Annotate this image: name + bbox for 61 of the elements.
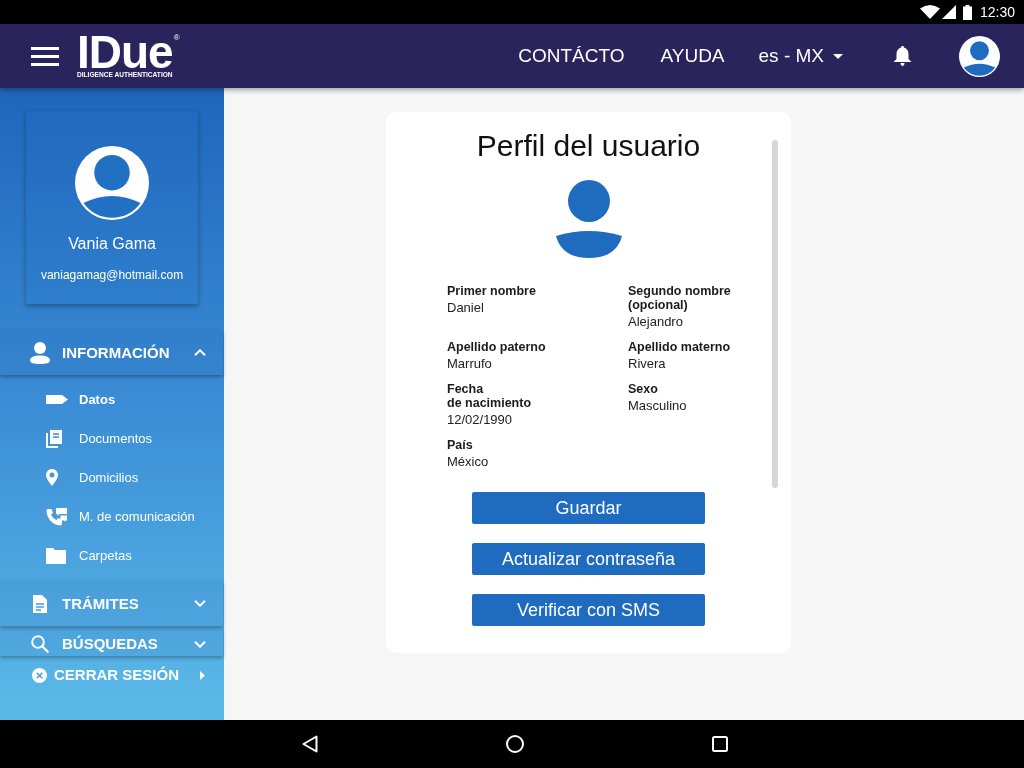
battery-icon: [962, 4, 972, 20]
field-value: 12/02/1990: [447, 412, 514, 428]
language-dropdown[interactable]: es - MX: [758, 44, 843, 68]
chevron-up-icon: [194, 349, 206, 356]
field-label: Apellido paterno: [447, 340, 547, 354]
wifi-icon: [919, 5, 940, 19]
field-value: Daniel: [447, 300, 485, 316]
user-email: vaniagamag@hotmail.com: [40, 268, 184, 282]
caret-icon: [833, 53, 843, 59]
home-icon[interactable]: [506, 735, 524, 753]
sidebar-section[interactable]: INFORMACIÓN: [0, 330, 223, 375]
field-value: Marrufo: [447, 356, 493, 372]
chevron-down-icon: [194, 641, 206, 648]
search-icon: [31, 635, 49, 653]
sidebar-section[interactable]: BÚSQUEDAS: [0, 628, 223, 656]
menu-icon[interactable]: [31, 46, 59, 66]
field-label: Fecha de nacimiento: [447, 382, 533, 410]
chevron-down-icon: [194, 600, 206, 607]
logo-wordmark: IDue: [77, 33, 173, 71]
signal-icon: [941, 5, 956, 19]
tag-icon: [46, 395, 68, 404]
bell-icon[interactable]: [893, 46, 912, 66]
action-button[interactable]: Actualizar contraseña: [472, 543, 705, 575]
action-button[interactable]: Verificar con SMS: [472, 594, 705, 626]
sidebar-section[interactable]: TRÁMITES: [0, 581, 223, 626]
field-label: Primer nombre: [447, 284, 537, 298]
recent-apps-icon[interactable]: [712, 736, 728, 752]
panel-title: Perfil del usuario: [476, 128, 701, 164]
close-circle-icon: [32, 667, 47, 683]
user-name: Vania Gama: [68, 235, 156, 253]
scrollbar[interactable]: [772, 140, 778, 488]
documents-icon: [46, 429, 62, 448]
caret-right-icon: [200, 670, 205, 680]
status-time: 12:30: [979, 4, 1015, 20]
field-value: Alejandro: [628, 314, 684, 330]
avatar-icon[interactable]: [959, 35, 1000, 77]
field-value: Rivera: [628, 356, 667, 372]
folder-icon: [46, 547, 66, 564]
field-label: Apellido materno: [628, 340, 732, 354]
back-icon[interactable]: [302, 735, 318, 753]
map-pin-icon: [46, 469, 58, 486]
person-icon: [30, 341, 50, 364]
avatar-icon: [75, 146, 149, 220]
action-button[interactable]: Guardar: [472, 492, 705, 524]
field-label: Sexo: [628, 382, 659, 396]
user-silhouette-icon: [555, 180, 622, 258]
sidebar-item[interactable]: Datos: [0, 380, 224, 419]
nav-link[interactable]: CONTÁCTO: [518, 44, 625, 68]
sidebar-item[interactable]: Carpetas: [0, 536, 224, 575]
logout-button[interactable]: CERRAR SESIÓN: [0, 665, 224, 685]
field-label: Segundo nombre (opcional): [628, 284, 732, 312]
document-icon: [33, 594, 47, 613]
sidebar-item[interactable]: Documentos: [0, 419, 224, 458]
nav-link[interactable]: AYUDA: [660, 44, 725, 68]
sidebar-item[interactable]: Domicilios: [0, 458, 224, 497]
registered-mark: ®: [173, 34, 180, 42]
phone-chat-icon: [46, 507, 67, 526]
field-value: Masculino: [628, 398, 688, 414]
sidebar-item[interactable]: M. de comunicación: [0, 497, 224, 536]
field-label: País: [447, 438, 474, 452]
field-value: México: [447, 454, 490, 470]
